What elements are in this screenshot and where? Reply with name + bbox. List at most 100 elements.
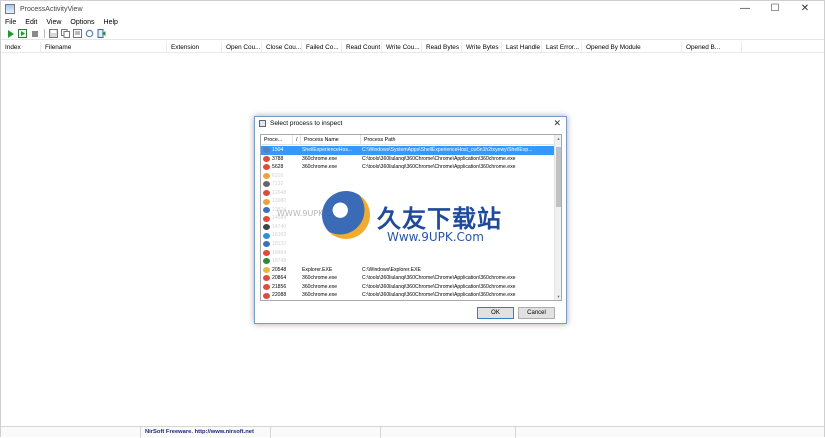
ok-button[interactable]: OK	[477, 307, 514, 319]
menu-bar: File Edit View Options Help	[1, 17, 123, 28]
menu-view[interactable]: View	[42, 19, 66, 26]
toolbar-separator	[44, 29, 45, 38]
column-write-bytes[interactable]: Write Bytes	[462, 42, 502, 52]
column-read-bytes[interactable]: Read Bytes	[422, 42, 462, 52]
column-read-count[interactable]: Read Count	[342, 42, 382, 52]
menu-edit[interactable]: Edit	[21, 19, 42, 26]
process-row[interactable]: 1504 ShellExperienceHos... C:\Windows\Syst…	[261, 146, 555, 155]
process-id: 21856	[272, 283, 287, 290]
dialog-close-icon[interactable]: ✕	[553, 118, 561, 129]
process-id: 20864	[272, 275, 287, 282]
process-row[interactable]: 12648	[261, 189, 555, 198]
process-row[interactable]: 13824	[261, 206, 555, 215]
process-path: C:\tools\360liulanqi\360Chrome\Chrome\Ap…	[362, 275, 516, 282]
process-row[interactable]: 18484	[261, 249, 555, 258]
column-index[interactable]: Index	[1, 42, 41, 52]
toolbar	[1, 28, 824, 40]
play-settings-icon[interactable]	[17, 28, 28, 39]
exit-icon[interactable]	[96, 28, 107, 39]
status-cell-empty	[381, 427, 516, 438]
process-path: C:\Windows\SystemApps\ShellExperienceHos…	[362, 147, 533, 153]
process-name: ShellExperienceHos...	[302, 147, 353, 153]
status-link[interactable]: NirSoft Freeware. http://www.nirsoft.net	[141, 427, 271, 438]
process-id: 12648	[272, 189, 287, 196]
save-icon[interactable]	[48, 28, 59, 39]
process-icon	[263, 292, 270, 299]
process-id: 14584	[272, 215, 287, 222]
process-id: 18748	[272, 258, 287, 265]
process-row[interactable]: 5628 360chrome.exe C:\tools\360liulanqi\36…	[261, 163, 555, 172]
column-failed-count[interactable]: Failed Co...	[302, 42, 342, 52]
column-filename[interactable]: Filename	[41, 42, 167, 52]
process-icon	[263, 232, 270, 239]
menu-help[interactable]: Help	[100, 19, 123, 26]
column-process-name[interactable]: Process Name	[301, 135, 361, 144]
process-name: 360chrome.exe	[302, 283, 338, 290]
status-cell-empty	[271, 427, 381, 438]
process-list[interactable]: Proce... / Process Name Process Path 150…	[260, 134, 562, 301]
column-last-handle[interactable]: Last Handle	[502, 42, 542, 52]
column-last-error[interactable]: Last Error...	[542, 42, 582, 52]
process-row[interactable]: 18132	[261, 240, 555, 249]
column-opened-by[interactable]: Opened B...	[682, 42, 742, 52]
process-id: 6316	[272, 172, 284, 179]
process-icon	[263, 207, 270, 214]
properties-icon[interactable]	[72, 28, 83, 39]
process-row[interactable]: 20548 Explorer.EXE C:\Windows\Explorer.EXE	[261, 266, 555, 275]
menu-options[interactable]: Options	[66, 19, 99, 26]
process-row[interactable]: 3788 360chrome.exe C:\tools\360liulanqi\36…	[261, 155, 555, 164]
process-path: C:\tools\360liulanqi\360Chrome\Chrome\Ap…	[362, 164, 516, 171]
scroll-down-icon[interactable]: ▼	[555, 294, 561, 299]
process-name: 360chrome.exe	[302, 292, 338, 299]
maximize-button[interactable]: ☐	[760, 2, 790, 15]
process-rows: 1504 ShellExperienceHos... C:\Windows\Syst…	[261, 146, 555, 300]
dialog-title-bar: Select process to inspect	[259, 120, 342, 127]
process-path: C:\tools\360liulanqi\360Chrome\Chrome\Ap…	[362, 292, 516, 299]
minimize-button[interactable]: —	[730, 2, 760, 15]
column-header: Index Filename Extension Open Cou... Clo…	[1, 42, 824, 53]
process-row[interactable]: 22088 360chrome.exe C:\tools\360liulanqi\3…	[261, 291, 555, 300]
column-close-count[interactable]: Close Cou...	[262, 42, 302, 52]
process-id: 13080	[272, 198, 287, 205]
process-id: 22088	[272, 292, 287, 299]
process-row[interactable]: 6316	[261, 172, 555, 181]
process-id: 18132	[272, 241, 287, 248]
process-icon	[263, 198, 270, 205]
process-path: C:\tools\360liulanqi\360Chrome\Chrome\Ap…	[362, 155, 516, 162]
column-process-id[interactable]: Proce...	[261, 135, 293, 144]
process-id: 18484	[272, 249, 287, 256]
column-extension[interactable]: Extension	[167, 42, 222, 52]
scroll-up-icon[interactable]: ▲	[555, 136, 561, 141]
vertical-scrollbar[interactable]: ▲ ▼	[554, 135, 561, 300]
window-controls: — ☐ ✕	[730, 2, 820, 15]
process-row[interactable]: 14740	[261, 223, 555, 232]
process-row[interactable]: 21856 360chrome.exe C:\tools\360liulanqi\3…	[261, 283, 555, 292]
main-window: ProcessActivityView — ☐ ✕ File Edit View…	[0, 0, 825, 438]
column-open-count[interactable]: Open Cou...	[222, 42, 262, 52]
title-bar: ProcessActivityView — ☐ ✕	[1, 1, 824, 17]
scrollbar-thumb[interactable]	[556, 147, 561, 207]
process-icon	[263, 190, 270, 196]
play-icon[interactable]	[5, 28, 16, 39]
column-opened-by-module[interactable]: Opened By Module	[582, 42, 682, 52]
dialog-title: Select process to inspect	[270, 120, 343, 127]
process-row[interactable]: 7132	[261, 180, 555, 189]
menu-file[interactable]: File	[1, 19, 21, 26]
copy-icon[interactable]	[60, 28, 71, 39]
column-process-path[interactable]: Process Path	[361, 135, 555, 144]
process-name: 360chrome.exe	[302, 155, 338, 162]
column-write-count[interactable]: Write Cou...	[382, 42, 422, 52]
refresh-icon[interactable]	[84, 28, 95, 39]
process-row[interactable]: 20864 360chrome.exe C:\tools\360liulanqi\3…	[261, 274, 555, 283]
process-row[interactable]: 13080	[261, 197, 555, 206]
cancel-button[interactable]: Cancel	[518, 307, 555, 319]
close-button[interactable]: ✕	[790, 2, 820, 15]
process-icon	[263, 164, 270, 171]
process-row[interactable]: 14584	[261, 214, 555, 223]
process-path: C:\Windows\Explorer.EXE	[362, 266, 421, 273]
process-icon	[263, 284, 270, 291]
process-row[interactable]: 18748	[261, 257, 555, 266]
process-row[interactable]: 16392	[261, 231, 555, 240]
process-id: 13824	[272, 206, 287, 213]
stop-icon[interactable]	[29, 28, 40, 39]
